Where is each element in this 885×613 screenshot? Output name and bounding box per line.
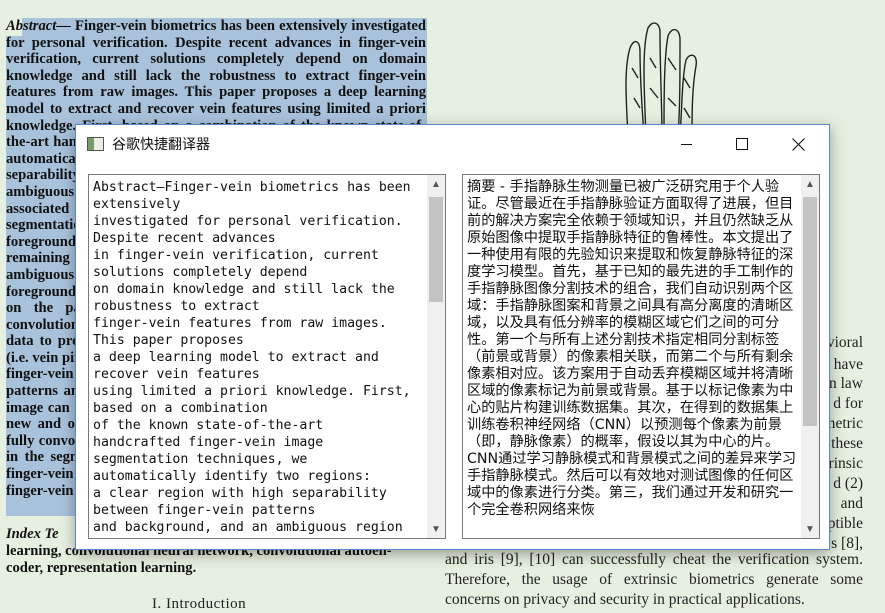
maximize-icon	[736, 138, 748, 150]
right-column-fragment: trinsic	[824, 455, 863, 472]
right-column-fragment: n law	[828, 375, 863, 392]
right-column-fragment: these	[831, 435, 863, 452]
right-column-fragment: have	[833, 356, 863, 373]
right-column-fragment: ptible	[827, 515, 863, 532]
minimize-button[interactable]	[659, 125, 715, 163]
translated-text[interactable]: 摘要 - 手指静脉生物测量已被广泛研究用于个人验证。尽管最近在手指静脉验证方面取…	[467, 179, 799, 519]
scroll-down-icon[interactable]: ▼	[801, 520, 819, 538]
source-text-area[interactable]: Abstract—Finger-vein biometrics has been…	[88, 174, 446, 539]
scroll-up-icon[interactable]: ▲	[427, 175, 445, 193]
right-column-fragment: vioral	[826, 334, 863, 351]
source-text[interactable]: Abstract—Finger-vein biometrics has been…	[93, 179, 425, 536]
window-title: 谷歌快捷翻译器	[112, 137, 210, 153]
close-icon	[791, 137, 805, 151]
right-column-fragment: and	[840, 495, 863, 512]
right-column-fragment: d for	[833, 395, 863, 412]
intro-heading: I. Introduction	[152, 596, 247, 612]
close-button[interactable]	[770, 125, 826, 163]
scroll-up-icon[interactable]: ▲	[801, 175, 819, 193]
maximize-button[interactable]	[714, 125, 770, 163]
right-column-fragment: d (2)	[833, 475, 863, 492]
finger-vein-figure	[625, 22, 698, 137]
translation-text-area[interactable]: 摘要 - 手指静脉生物测量已被广泛研究用于个人验证。尽管最近在手指静脉验证方面取…	[462, 174, 820, 539]
app-icon	[87, 137, 104, 151]
title-bar[interactable]: 谷歌快捷翻译器	[76, 125, 829, 163]
translation-scrollbar[interactable]: ▲ ▼	[801, 175, 819, 538]
source-scrollbar[interactable]: ▲ ▼	[427, 175, 445, 538]
minimize-icon	[681, 144, 692, 145]
translation-scroll-thumb[interactable]	[803, 197, 817, 426]
source-scroll-thumb[interactable]	[429, 197, 443, 302]
translator-window: 谷歌快捷翻译器 Abstract—Finger-vein biometrics …	[75, 124, 830, 550]
index-terms-lead: Index Te	[6, 526, 59, 542]
right-column-text: and iris [9], [10] can successfully chea…	[445, 551, 863, 608]
scroll-down-icon[interactable]: ▼	[427, 520, 445, 538]
abstract-lead: Abstract	[6, 18, 57, 34]
